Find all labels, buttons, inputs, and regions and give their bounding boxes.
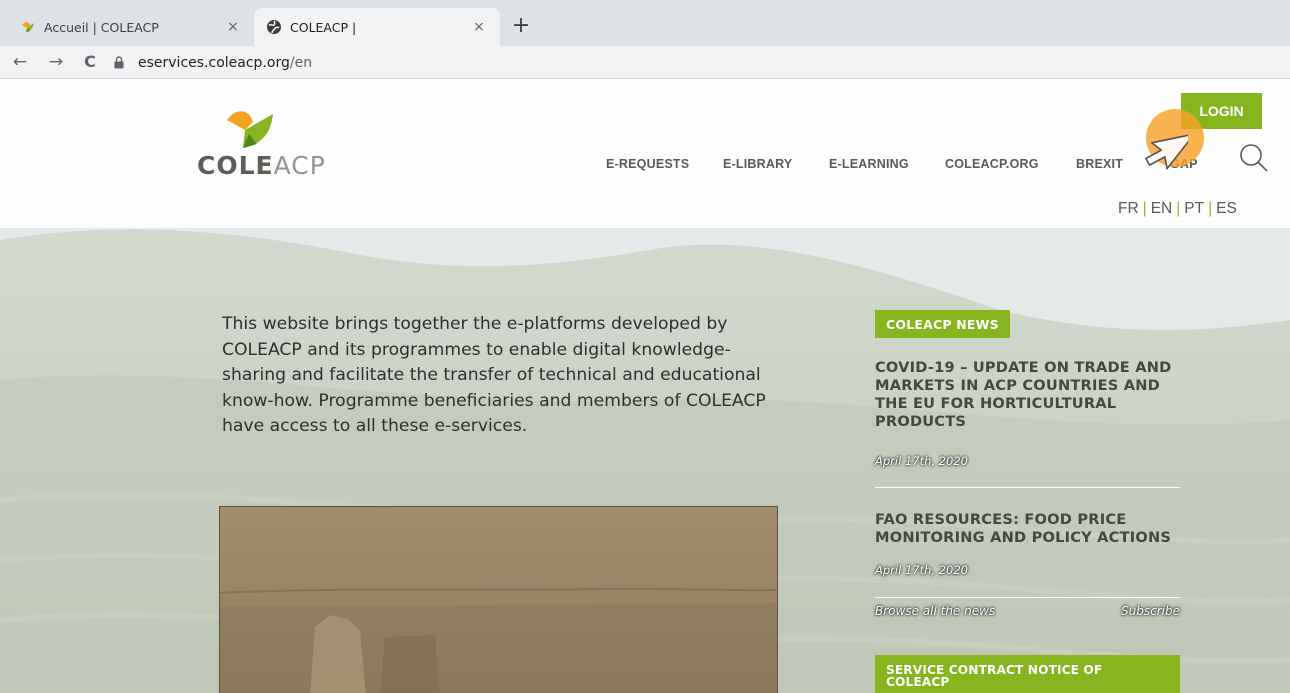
news-item-title[interactable]: COVID-19 – UPDATE ON TRADE AND MARKETS I… bbox=[875, 359, 1180, 431]
browse-all-news-link[interactable]: Browse all the news bbox=[875, 604, 995, 618]
reload-icon[interactable]: C bbox=[78, 50, 102, 74]
browser-toolbar: ← → C eservices.coleacp.org/en bbox=[0, 46, 1290, 79]
new-tab-button[interactable]: + bbox=[508, 14, 534, 40]
tab-title: Accueil | COLEACP bbox=[44, 19, 159, 35]
url-host: eservices.coleacp.org bbox=[138, 54, 290, 71]
nav-e-learning[interactable]: E-LEARNING bbox=[829, 157, 909, 171]
lang-en[interactable]: EN bbox=[1151, 200, 1173, 218]
language-switcher: FR | EN | PT | ES bbox=[1118, 200, 1237, 218]
tab-close-icon[interactable]: × bbox=[470, 19, 488, 35]
news-divider bbox=[875, 487, 1180, 488]
lang-pt[interactable]: PT bbox=[1184, 200, 1204, 218]
news-divider bbox=[875, 597, 1180, 598]
logo-wordmark: COLEACP bbox=[197, 151, 326, 180]
mouse-pointer-icon bbox=[1145, 133, 1188, 170]
video-player[interactable] bbox=[219, 506, 778, 693]
nav-coleacp-org[interactable]: COLEACP.ORG bbox=[945, 157, 1039, 171]
lock-icon bbox=[112, 56, 126, 69]
news-item-title[interactable]: FAO RESOURCES: FOOD PRICE MONITORING AND… bbox=[875, 511, 1180, 547]
globe-favicon-icon bbox=[266, 19, 282, 35]
browser-tab[interactable]: Accueil | COLEACP × bbox=[8, 8, 254, 46]
intro-text: This website brings together the e-platf… bbox=[222, 314, 766, 436]
forward-arrow-icon[interactable]: → bbox=[44, 50, 68, 74]
lang-es[interactable]: ES bbox=[1216, 200, 1237, 218]
browser-tab-strip: Accueil | COLEACP × COLEACP | × + bbox=[0, 0, 1290, 46]
nav-e-requests[interactable]: E-REQUESTS bbox=[606, 157, 689, 171]
lang-separator: | bbox=[1176, 200, 1181, 217]
address-bar[interactable]: eservices.coleacp.org/en bbox=[112, 49, 1290, 76]
lang-separator: | bbox=[1208, 200, 1213, 217]
subscribe-link[interactable]: Subscribe bbox=[1121, 604, 1180, 618]
service-contract-notice-badge[interactable]: SERVICE CONTRACT NOTICE OF COLEACP bbox=[875, 655, 1180, 693]
news-section-badge: COLEACP NEWS bbox=[875, 310, 1010, 338]
url-path: /en bbox=[289, 54, 313, 71]
lang-fr[interactable]: FR bbox=[1118, 200, 1139, 218]
nav-brexit[interactable]: BREXIT bbox=[1076, 157, 1123, 171]
nav-e-library[interactable]: E-LIBRARY bbox=[723, 157, 792, 171]
news-item-date: April 17th, 2020 bbox=[875, 454, 968, 468]
page-viewport: COLEACP E-REQUESTS E-LIBRARY E-LEARNING … bbox=[0, 80, 1290, 693]
back-arrow-icon[interactable]: ← bbox=[8, 50, 32, 74]
news-item-date: April 17th, 2020 bbox=[875, 563, 968, 577]
bird-logo-icon bbox=[227, 111, 273, 148]
tab-title: COLEACP | bbox=[290, 19, 357, 35]
browser-tab-active[interactable]: COLEACP | × bbox=[254, 8, 500, 46]
bird-favicon-icon bbox=[20, 19, 36, 35]
tab-close-icon[interactable]: × bbox=[224, 19, 242, 35]
site-header bbox=[0, 80, 1290, 228]
coleacp-logo[interactable]: COLEACP bbox=[197, 106, 325, 180]
lang-separator: | bbox=[1142, 200, 1147, 217]
search-icon[interactable] bbox=[1238, 142, 1270, 174]
